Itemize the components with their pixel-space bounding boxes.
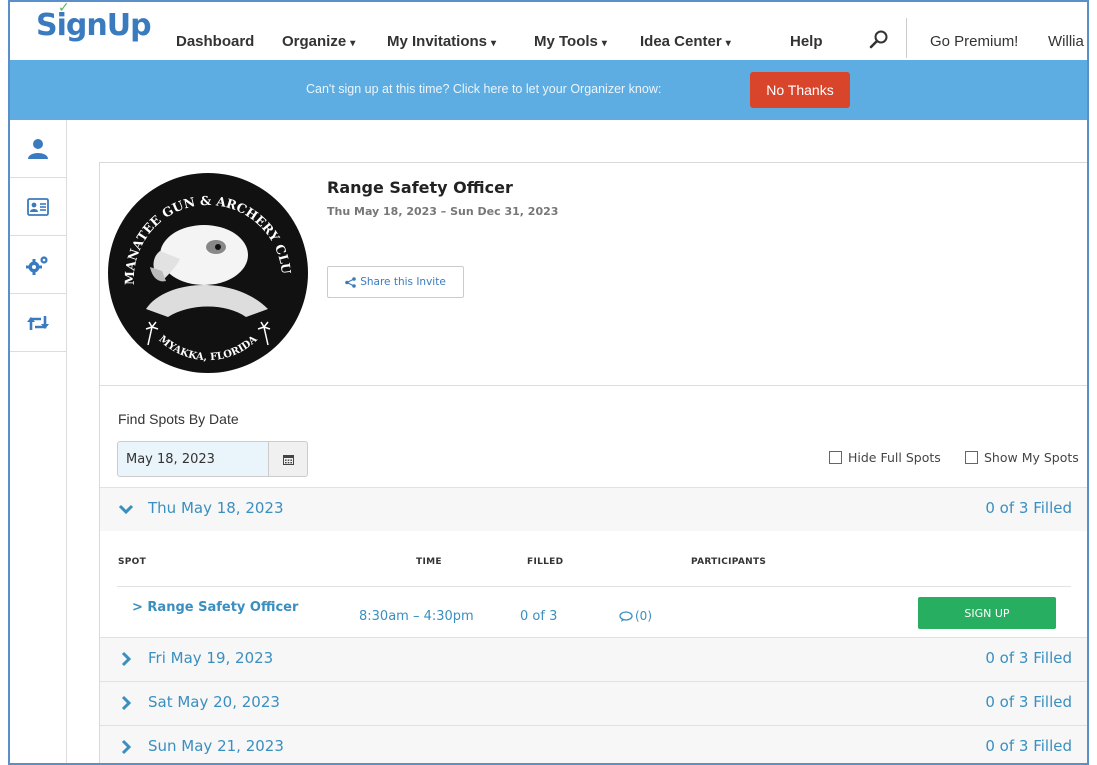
- show-my-spots-label: Show My Spots: [984, 450, 1079, 465]
- signup-card: MANATEE GUN & ARCHERY CLUB MYAKKA, FLORI…: [99, 162, 1087, 763]
- checkbox-box: [965, 451, 978, 464]
- search-icon[interactable]: [868, 28, 890, 50]
- chevron-right-icon: [121, 651, 132, 667]
- organizer-banner: Can't sign up at this time? Click here t…: [10, 60, 1087, 120]
- day-label: Sun May 21, 2023: [148, 737, 284, 755]
- spot-time: 8:30am – 4:30pm: [359, 609, 474, 624]
- chevron-right-icon: [121, 695, 132, 711]
- day-row[interactable]: Sun May 21, 2023 0 of 3 Filled: [100, 725, 1087, 763]
- spot-name-link[interactable]: > Range Safety Officer: [132, 600, 298, 615]
- nav-my-invitations[interactable]: My Invitations ▾: [387, 33, 496, 50]
- checkbox-box: [829, 451, 842, 464]
- comments-count: (0): [635, 609, 652, 623]
- nav-help[interactable]: Help: [790, 33, 823, 50]
- hide-full-spots-checkbox[interactable]: Hide Full Spots: [829, 450, 941, 465]
- column-header-filled: FILLED: [527, 557, 564, 567]
- event-title: Range Safety Officer: [327, 178, 513, 197]
- day-row[interactable]: Thu May 18, 2023 0 of 3 Filled: [100, 487, 1087, 531]
- nav-divider: [906, 18, 907, 58]
- browser-frame: ✓ SignUp Dashboard Organize ▾ My Invitatio…: [8, 0, 1089, 765]
- logo-text: SignUp: [36, 8, 152, 43]
- gears-icon: [26, 255, 48, 275]
- rail-settings-button[interactable]: [10, 236, 66, 294]
- day-row[interactable]: Fri May 19, 2023 0 of 3 Filled: [100, 637, 1087, 681]
- rail-swap-button[interactable]: [10, 294, 66, 352]
- event-dates: Thu May 18, 2023 – Sun Dec 31, 2023: [327, 205, 559, 218]
- day-label: Sat May 20, 2023: [148, 693, 280, 711]
- top-navbar: ✓ SignUp Dashboard Organize ▾ My Invitatio…: [10, 2, 1087, 60]
- share-invite-label: Share this Invite: [360, 276, 446, 288]
- chevron-down-icon: [118, 504, 134, 515]
- no-thanks-button[interactable]: No Thanks: [750, 72, 850, 108]
- calendar-icon: [282, 454, 294, 465]
- date-input[interactable]: [117, 441, 269, 477]
- comment-icon: [619, 610, 633, 622]
- caret-down-icon: ▾: [491, 38, 497, 49]
- show-my-spots-checkbox[interactable]: Show My Spots: [965, 450, 1079, 465]
- day-label: Thu May 18, 2023: [148, 499, 284, 517]
- hide-full-spots-label: Hide Full Spots: [848, 450, 941, 465]
- nav-dashboard[interactable]: Dashboard: [176, 33, 254, 50]
- caret-down-icon: ▾: [725, 38, 731, 49]
- rail-profile-button[interactable]: [10, 120, 66, 178]
- rail-contact-button[interactable]: [10, 178, 66, 236]
- sign-up-button[interactable]: SIGN UP: [918, 597, 1056, 629]
- side-rail: [10, 120, 67, 763]
- day-filled-count: 0 of 3 Filled: [985, 499, 1072, 517]
- card-divider: [100, 385, 1087, 386]
- day-filled-count: 0 of 3 Filled: [985, 649, 1072, 667]
- club-emblem-logo: MANATEE GUN & ARCHERY CLUB MYAKKA, FLORI…: [106, 167, 308, 373]
- person-icon: [28, 138, 48, 159]
- caret-down-icon: ▾: [350, 38, 356, 49]
- contact-card-icon: [27, 197, 49, 216]
- share-icon: [345, 276, 356, 288]
- day-filled-count: 0 of 3 Filled: [985, 737, 1072, 755]
- share-invite-button[interactable]: Share this Invite: [327, 266, 464, 298]
- banner-message-link[interactable]: Can't sign up at this time? Click here t…: [306, 82, 661, 96]
- comments-link[interactable]: (0): [619, 609, 652, 623]
- go-premium-link[interactable]: Go Premium!: [930, 33, 1018, 50]
- nav-my-tools[interactable]: My Tools ▾: [534, 33, 607, 50]
- chevron-right-icon: [121, 739, 132, 755]
- logo-check-icon: ✓: [58, 0, 70, 16]
- find-spots-label: Find Spots By Date: [118, 411, 239, 427]
- day-row[interactable]: Sat May 20, 2023 0 of 3 Filled: [100, 681, 1087, 725]
- calendar-button[interactable]: [268, 441, 308, 477]
- day-filled-count: 0 of 3 Filled: [985, 693, 1072, 711]
- signup-logo[interactable]: ✓ SignUp: [36, 2, 152, 43]
- day-label: Fri May 19, 2023: [148, 649, 274, 667]
- table-divider: [117, 586, 1071, 587]
- nav-idea-center[interactable]: Idea Center ▾: [640, 33, 731, 50]
- chevron-right-icon: >: [132, 600, 148, 615]
- retweet-icon: [27, 315, 49, 330]
- user-menu[interactable]: Willia: [1048, 33, 1084, 50]
- column-header-time: TIME: [416, 557, 442, 567]
- caret-down-icon: ▾: [601, 38, 607, 49]
- nav-organize[interactable]: Organize ▾: [282, 33, 355, 50]
- column-header-spot: SPOT: [118, 557, 147, 567]
- spot-filled: 0 of 3: [520, 609, 558, 624]
- column-header-participants: PARTICIPANTS: [691, 557, 767, 567]
